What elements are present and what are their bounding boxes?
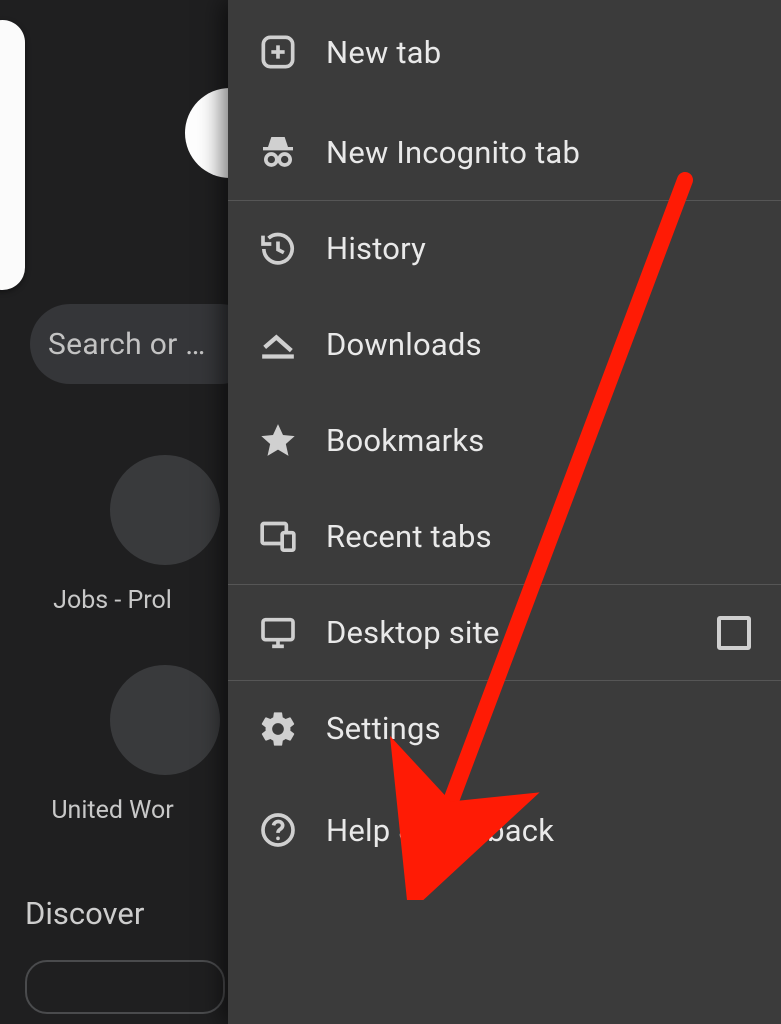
menu-downloads[interactable]: Downloads [228, 296, 781, 392]
search-placeholder: Search or … [48, 327, 206, 362]
menu-settings[interactable]: Settings [228, 680, 781, 776]
downloads-icon [258, 324, 326, 364]
overflow-menu: New tab New Incognito tab History [228, 0, 781, 1024]
history-icon [258, 229, 326, 269]
menu-incognito-label: New Incognito tab [326, 134, 580, 171]
menu-recent-tabs-label: Recent tabs [326, 518, 492, 555]
help-icon [258, 810, 326, 850]
settings-icon [258, 709, 326, 749]
menu-new-incognito-tab[interactable]: New Incognito tab [228, 104, 781, 200]
desktop-site-checkbox[interactable] [717, 616, 751, 650]
menu-recent-tabs[interactable]: Recent tabs [228, 488, 781, 584]
menu-bookmarks[interactable]: Bookmarks [228, 392, 781, 488]
menu-settings-label: Settings [326, 710, 441, 747]
search-input[interactable]: Search or … [30, 304, 260, 384]
menu-desktop-site[interactable]: Desktop site [228, 584, 781, 680]
bookmarks-icon [258, 420, 326, 460]
menu-bookmarks-label: Bookmarks [326, 422, 484, 459]
menu-downloads-label: Downloads [326, 326, 482, 363]
site-shortcut-1[interactable] [110, 455, 220, 565]
site-shortcut-2-label: United Wor [0, 796, 225, 825]
menu-desktop-site-label: Desktop site [326, 614, 500, 651]
menu-history-label: History [326, 230, 426, 267]
desktop-site-icon [258, 613, 326, 653]
screen-edge-highlight [0, 20, 25, 290]
menu-new-tab-label: New tab [326, 34, 441, 71]
site-shortcut-1-label: Jobs - Prol [0, 586, 225, 615]
discover-card[interactable] [25, 960, 225, 1014]
discover-heading: Discover [25, 895, 144, 932]
recent-tabs-icon [258, 516, 326, 556]
menu-help-feedback[interactable]: Help & feedback [228, 776, 781, 884]
menu-help-label: Help & feedback [326, 812, 554, 849]
menu-new-tab[interactable]: New tab [228, 0, 781, 104]
incognito-icon [258, 132, 326, 172]
new-tab-icon [258, 32, 326, 72]
menu-history[interactable]: History [228, 200, 781, 296]
site-shortcut-2[interactable] [110, 665, 220, 775]
